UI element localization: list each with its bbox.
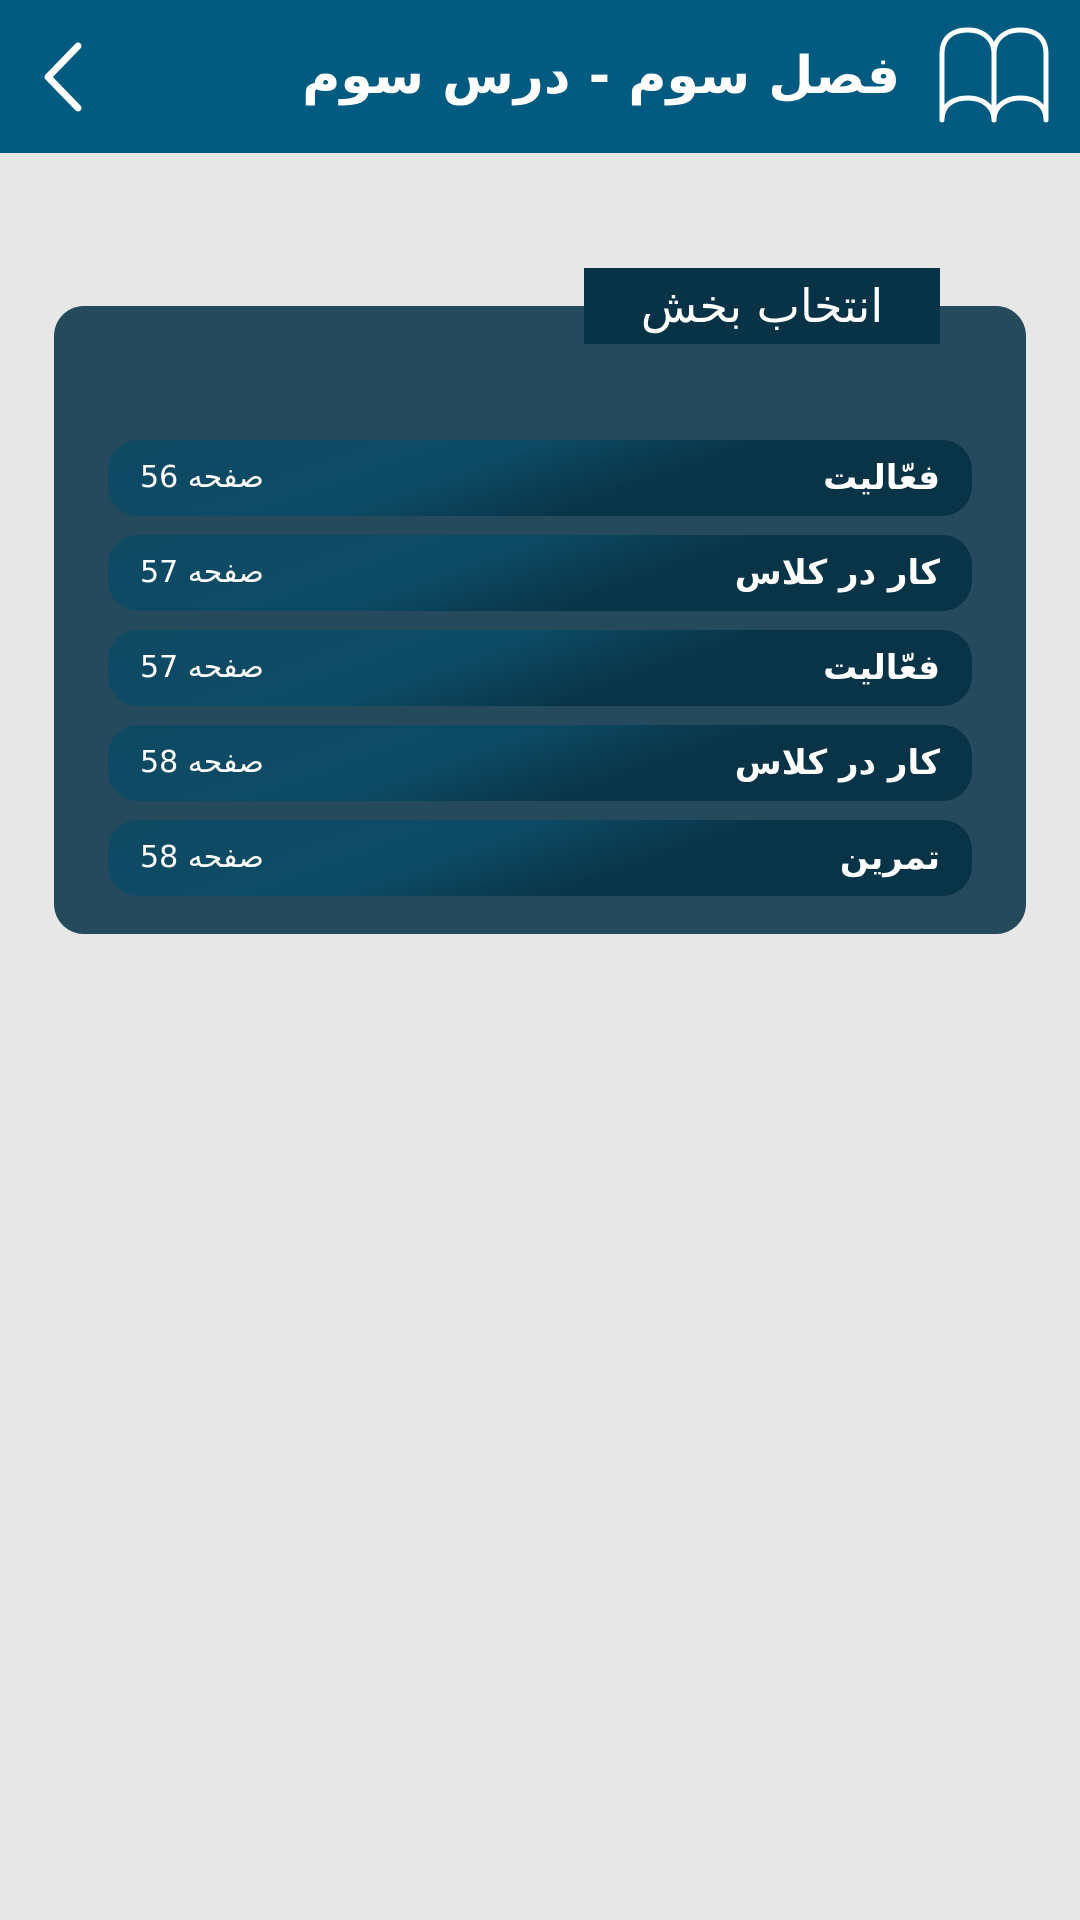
item-label: کار در کلاس	[734, 743, 940, 783]
item-page: صفحه 58	[140, 840, 264, 875]
item-page: صفحه 56	[140, 460, 264, 495]
list-item[interactable]: کار در کلاس صفحه 58	[108, 725, 972, 801]
app-header: فصل سوم - درس سوم	[0, 0, 1080, 153]
list-item[interactable]: کار در کلاس صفحه 57	[108, 535, 972, 611]
list-item[interactable]: فعّالیت صفحه 56	[108, 440, 972, 516]
chevron-left-icon	[44, 42, 82, 112]
item-page: صفحه 57	[140, 555, 264, 590]
item-label: فعّالیت	[823, 648, 940, 688]
item-label: کار در کلاس	[734, 553, 940, 593]
back-button[interactable]	[28, 30, 102, 124]
item-page: صفحه 58	[140, 745, 264, 780]
item-page: صفحه 57	[140, 650, 264, 685]
list-item[interactable]: فعّالیت صفحه 57	[108, 630, 972, 706]
section-list: فعّالیت صفحه 56 کار در کلاس صفحه 57 فعّا…	[108, 440, 972, 915]
book-icon	[938, 24, 1050, 126]
list-item[interactable]: تمرین صفحه 58	[108, 820, 972, 896]
page-title: فصل سوم - درس سوم	[302, 46, 900, 106]
item-label: فعّالیت	[823, 458, 940, 498]
panel-heading: انتخاب بخش	[584, 268, 940, 344]
item-label: تمرین	[839, 838, 940, 878]
